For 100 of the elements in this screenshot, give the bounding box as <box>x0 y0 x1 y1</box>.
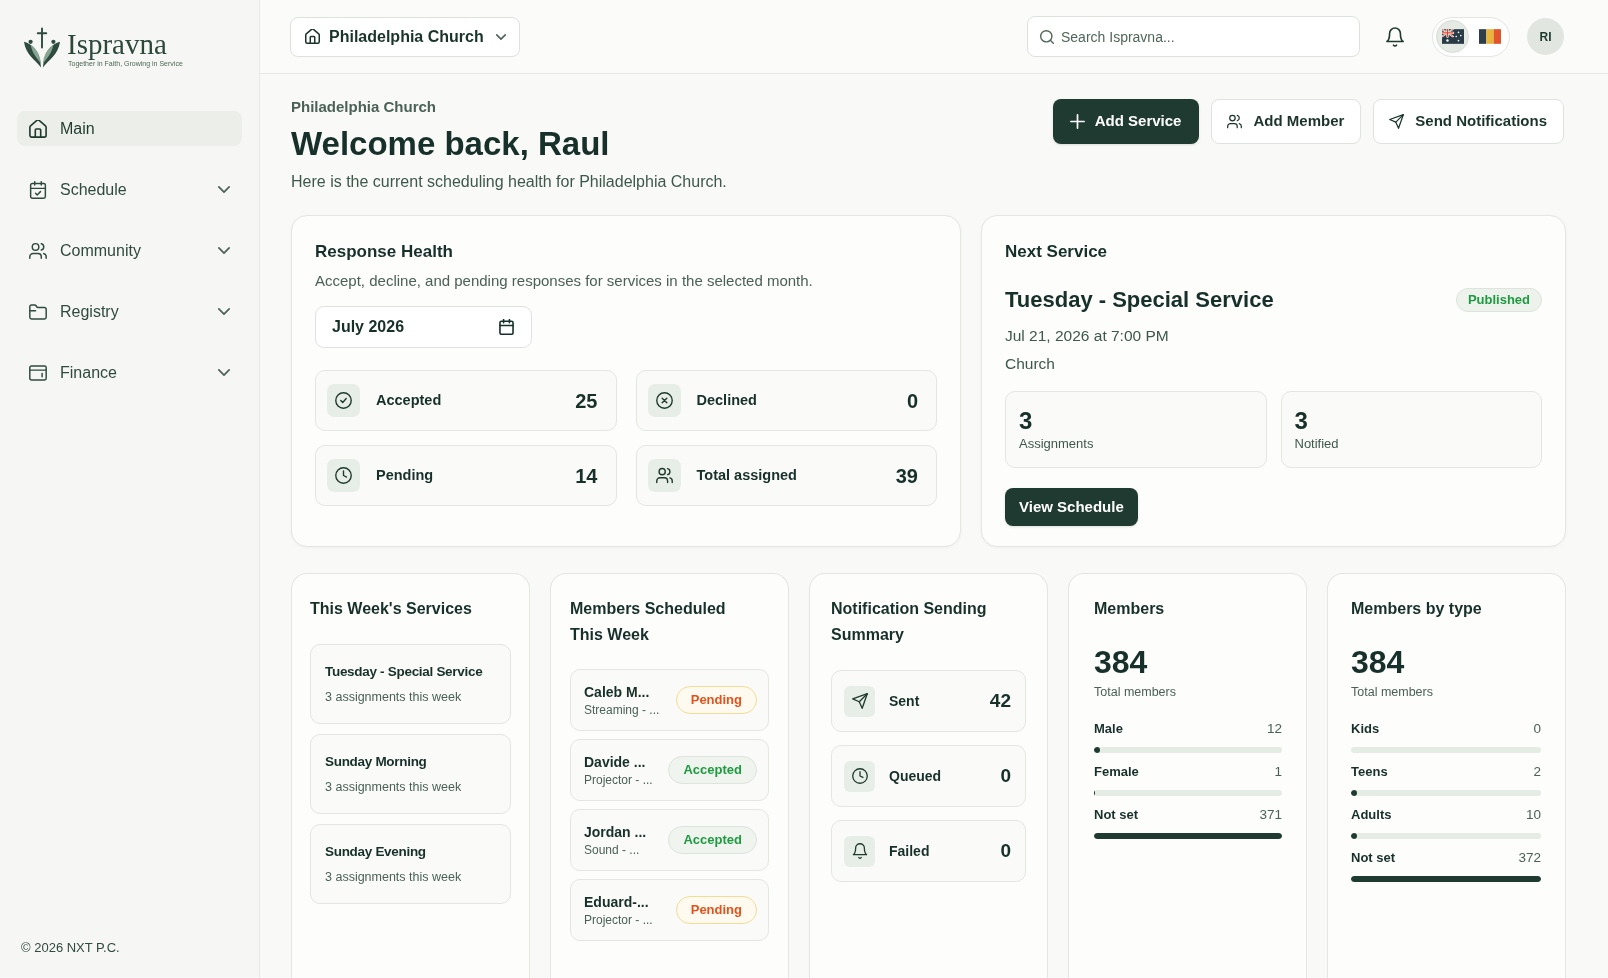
total-label: Total members <box>1351 684 1434 701</box>
logo-text: Ispravna <box>67 28 168 59</box>
stat-value: 0 <box>1000 838 1011 863</box>
group-count: 372 <box>1518 849 1541 867</box>
users-icon <box>1227 114 1243 129</box>
service-location: Church <box>1005 354 1056 374</box>
flag-icon <box>1441 29 1464 44</box>
home-icon <box>29 119 47 138</box>
member-total: 384 <box>1094 644 1149 680</box>
stat-label: Failed <box>889 841 930 861</box>
member-role: Projector - ... <box>584 911 653 928</box>
stat-label: Assignments <box>1019 434 1095 453</box>
stat-label: Declined <box>696 390 757 410</box>
view-schedule-button[interactable]: View Schedule <box>1005 488 1138 526</box>
group-count: 2 <box>1533 763 1541 781</box>
bell-icon <box>844 835 875 867</box>
paper-plane-icon <box>844 685 875 717</box>
service-detail: 3 assignments this week <box>325 689 463 705</box>
card-title: Members by type <box>1351 599 1483 619</box>
group-count: 10 <box>1525 806 1541 824</box>
service-name: Sunday Evening <box>325 843 427 861</box>
stat-label: Total assigned <box>696 465 797 485</box>
caret-icon <box>495 33 506 40</box>
status-badge: Published <box>1455 288 1542 312</box>
stat-label: Pending <box>376 465 434 485</box>
card-title: Next Service <box>1005 241 1109 263</box>
users-icon <box>29 241 47 260</box>
status-badge: Pending <box>675 896 757 924</box>
users-icon <box>647 459 681 492</box>
member-role: Streaming - ... <box>584 701 660 718</box>
church-selector[interactable]: Philadelphia Church <box>290 16 520 57</box>
card-title: Members Scheduled This Week <box>570 599 727 645</box>
stat-value: 0 <box>906 388 918 414</box>
stat-value: 25 <box>575 388 598 414</box>
clock-icon <box>327 459 360 492</box>
clock-icon <box>844 760 875 792</box>
card-title: Notification Sending Summary <box>831 599 988 645</box>
folder-icon <box>29 302 47 321</box>
service-item[interactable]: Sunday Morning 3 assignments this week <box>310 734 511 814</box>
nav-item[interactable]: Finance <box>17 355 242 390</box>
stat-value: 0 <box>1000 763 1011 788</box>
service-item[interactable]: Sunday Evening 3 assignments this week <box>310 824 511 904</box>
group-count: 371 <box>1259 806 1282 824</box>
group-label: Adults <box>1351 806 1392 824</box>
stat-label: Queued <box>889 766 942 786</box>
group-count: 0 <box>1533 720 1541 738</box>
nav-item[interactable]: Schedule <box>17 172 242 207</box>
page-subtitle: Here is the current scheduling health for Philadelphia Church. <box>291 172 727 192</box>
stat-label: Accepted <box>376 390 442 410</box>
service-detail: 3 assignments this week <box>325 779 463 795</box>
stat-value: 39 <box>895 463 918 489</box>
flag-icon <box>1478 29 1501 44</box>
stat-value: 14 <box>575 463 598 489</box>
stat-label: Sent <box>889 691 920 711</box>
stat-value: 42 <box>989 688 1011 713</box>
card-title: This Week's Services <box>310 599 473 619</box>
user-avatar[interactable]: RI <box>1527 18 1564 55</box>
add-member-button[interactable]: Add Member <box>1211 99 1362 144</box>
status-badge: Accepted <box>668 826 757 854</box>
service-title: Tuesday - Special Service <box>1005 286 1274 314</box>
church-name: Philadelphia Church <box>291 97 438 117</box>
member-role: Sound - ... <box>584 841 641 858</box>
member-total: 384 <box>1351 644 1406 680</box>
group-label: Not set <box>1094 806 1139 824</box>
nav-item[interactable]: Community <box>17 233 242 268</box>
stat-label: Notified <box>1294 434 1340 453</box>
add-service-button[interactable]: Add Service <box>1052 99 1200 144</box>
member-name: Eduard-... <box>584 892 650 911</box>
copyright-text: © 2026 NXT P.C. <box>20 938 121 957</box>
nav-item[interactable]: Main <box>17 111 242 146</box>
service-name: Sunday Morning <box>325 753 428 771</box>
service-detail: 3 assignments this week <box>325 869 463 885</box>
calendar-check-icon <box>29 180 47 199</box>
service-datetime: Jul 21, 2026 at 7:00 PM <box>1005 326 1170 346</box>
month-picker[interactable]: July 2026 <box>315 306 532 348</box>
service-item[interactable]: Tuesday - Special Service 3 assignments this week <box>310 644 511 724</box>
group-count: 1 <box>1274 763 1282 781</box>
language-button[interactable] <box>1436 20 1469 53</box>
page-title: Welcome back, Raul <box>291 124 611 164</box>
send-notifications-button[interactable]: Send Notifications <box>1373 99 1564 144</box>
notifications-button[interactable] <box>1384 24 1406 49</box>
status-badge: Accepted <box>668 756 757 784</box>
group-label: Not set <box>1351 849 1396 867</box>
group-label: Kids <box>1351 720 1380 738</box>
card-title: Members <box>1094 599 1166 619</box>
member-name: Davide ... <box>584 752 647 771</box>
leaf-cross-logo-icon <box>23 26 61 70</box>
service-name: Tuesday - Special Service <box>325 663 484 681</box>
stat-value: 3 <box>1294 406 1309 435</box>
nav-item[interactable]: Registry <box>17 294 242 329</box>
group-label: Female <box>1094 763 1139 781</box>
member-name: Jordan ... <box>584 822 647 841</box>
search-field[interactable]: Search Ispravna... <box>1027 16 1360 57</box>
bell-icon <box>1386 26 1404 47</box>
total-label: Total members <box>1094 684 1177 701</box>
group-label: Teens <box>1351 763 1388 781</box>
stat-value: 3 <box>1019 406 1034 435</box>
wallet-icon <box>29 363 47 382</box>
member-name: Caleb M... <box>584 682 651 701</box>
search-icon <box>1040 30 1054 44</box>
